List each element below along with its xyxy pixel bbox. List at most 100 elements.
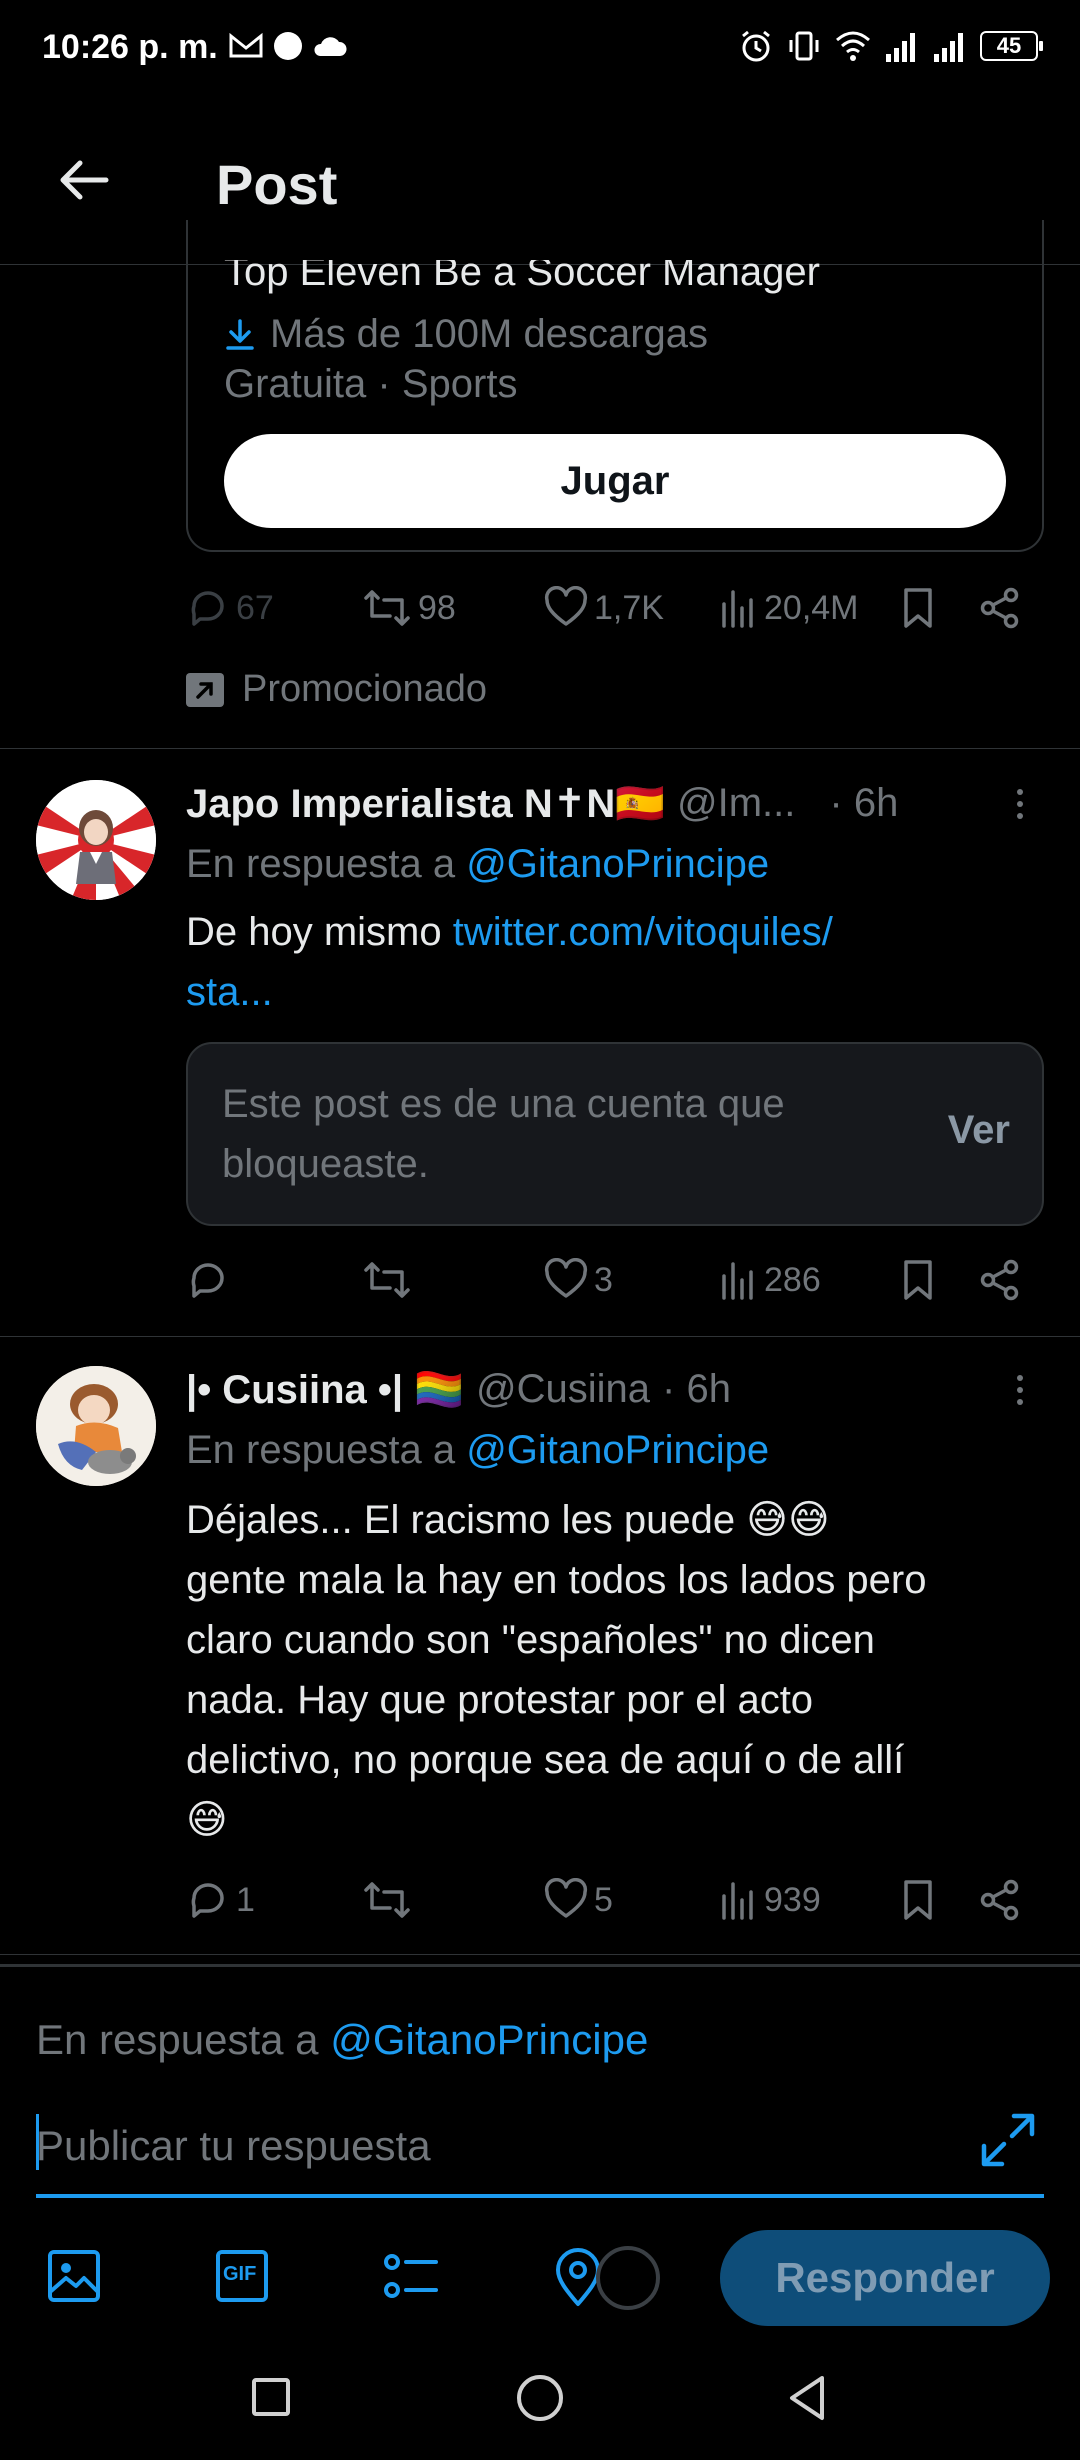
bar-chart-icon [722, 590, 753, 628]
author-name[interactable]: Japo Imperialista N✝N🇪🇸 [186, 780, 665, 827]
reply-input[interactable] [36, 2112, 1044, 2198]
share-button[interactable] [978, 1258, 1022, 1302]
like-action[interactable]: 1,7K [544, 586, 664, 630]
author-name[interactable]: |• Cusiina •| 🏳️‍🌈 [186, 1366, 464, 1413]
bookmark-button[interactable] [898, 1878, 938, 1922]
post-link-continuation[interactable]: sta... [186, 970, 273, 1014]
post-text-line: Déjales... El racismo les puede 😅😅 [186, 1498, 830, 1542]
like-count: 1,7K [594, 588, 664, 627]
promoted-label: Promocionado [186, 668, 487, 711]
text-caret [36, 2114, 39, 2170]
reply-to-prefix: En respuesta a [186, 1428, 467, 1472]
more-options-button[interactable] [1000, 1370, 1040, 1410]
author-handle[interactable]: @Im... [677, 781, 795, 826]
post-text: De hoy mismo twitter.com/vitoquiles/ sta… [186, 902, 1046, 1022]
repost-icon [364, 1882, 410, 1918]
post-text-line: gente mala la hay en todos los lados per… [186, 1558, 927, 1602]
repost-icon [364, 1262, 410, 1298]
back-button[interactable] [54, 150, 114, 210]
repost-action[interactable] [362, 1258, 418, 1302]
post-text-line: delictivo, no porque sea de aquí o de al… [186, 1738, 905, 1782]
blocked-post-notice: Este post es de una cuenta que bloqueast… [186, 1042, 1044, 1226]
post-time: · 6h [662, 1367, 731, 1411]
composer-reply-to: En respuesta a @GitanoPrincipe [36, 2016, 648, 2064]
post-divider [0, 1954, 1080, 1955]
avatar-image [36, 780, 156, 900]
post-text-line: 😅 [186, 1798, 228, 1842]
views-action[interactable]: 286 [718, 1258, 821, 1302]
like-count: 3 [594, 1260, 613, 1299]
post-divider [0, 748, 1080, 749]
download-icon [226, 318, 254, 350]
post-header: |• Cusiina •| 🏳️‍🌈 @Cusiina · 6h [186, 1366, 986, 1413]
comment-icon [191, 1263, 224, 1298]
status-time: 10:26 p. m. [42, 28, 218, 66]
repost-action[interactable] [362, 1878, 418, 1922]
reply-action[interactable]: 1 [186, 1878, 255, 1922]
signal-icon-1 [886, 33, 915, 62]
like-action[interactable]: 3 [544, 1258, 613, 1302]
image-icon [48, 2250, 100, 2302]
ad-meta: Gratuita · Sports [224, 362, 518, 406]
reply-count: 67 [236, 588, 274, 627]
reply-submit-button[interactable]: Responder [720, 2230, 1050, 2326]
add-poll-button[interactable] [378, 2244, 442, 2308]
view-count: 20,4M [764, 588, 859, 627]
view-count: 286 [764, 1260, 821, 1299]
post-text-line: claro cuando son "españoles" no dicen [186, 1618, 875, 1662]
ad-downloads-label: Más de 100M descargas [270, 312, 709, 356]
reply-to-line: En respuesta a @GitanoPrincipe [186, 842, 769, 887]
more-options-button[interactable] [1000, 784, 1040, 824]
expand-composer-button[interactable] [978, 2110, 1038, 2170]
cloud-icon [314, 37, 347, 56]
reply-action[interactable]: 67 [186, 586, 274, 630]
bookmark-button[interactable] [898, 586, 938, 630]
promoted-text: Promocionado [242, 668, 488, 710]
recents-button[interactable] [240, 2368, 300, 2428]
view-blocked-post-button[interactable]: Ver [948, 1108, 1010, 1153]
character-count-ring [596, 2246, 660, 2310]
repost-action[interactable]: 98 [362, 586, 456, 630]
heart-icon [544, 1878, 588, 1918]
avatar[interactable] [36, 1366, 156, 1486]
views-action[interactable]: 20,4M [718, 586, 859, 630]
poll-icon [384, 2254, 438, 2298]
share-icon [980, 587, 1019, 629]
composer-reply-to-handle[interactable]: @GitanoPrincipe [330, 2016, 648, 2063]
reply-to-prefix: En respuesta a [186, 842, 467, 886]
battery-indicator: 45 [980, 31, 1043, 61]
add-image-button[interactable] [42, 2244, 106, 2308]
composer-divider [0, 1964, 1080, 1967]
reply-to-handle-link[interactable]: @GitanoPrincipe [466, 842, 769, 886]
system-back-button[interactable] [778, 2368, 838, 2428]
heart-icon [544, 586, 588, 626]
avatar[interactable] [36, 780, 156, 900]
post-text-prefix: De hoy mismo [186, 910, 453, 954]
post-header: Japo Imperialista N✝N🇪🇸 @Im... · 6h [186, 780, 986, 827]
share-button[interactable] [978, 586, 1022, 630]
reply-to-line: En respuesta a @GitanoPrincipe [186, 1428, 769, 1473]
views-action[interactable]: 939 [718, 1878, 821, 1922]
circle-icon [517, 2375, 563, 2421]
like-count: 5 [594, 1880, 613, 1919]
repost-count: 98 [418, 588, 456, 627]
expand-icon [981, 2113, 1035, 2167]
author-handle[interactable]: @Cusiina [476, 1367, 650, 1412]
home-button[interactable] [510, 2368, 570, 2428]
bookmark-button[interactable] [898, 1258, 938, 1302]
like-action[interactable]: 5 [544, 1878, 613, 1922]
play-button[interactable]: Jugar [224, 434, 1006, 528]
square-icon [252, 2378, 290, 2416]
post-divider [0, 1336, 1080, 1337]
add-gif-button[interactable]: GIF [210, 2244, 274, 2308]
gif-label: GIF [223, 2263, 257, 2285]
vibrate-icon [789, 31, 819, 61]
bar-chart-icon [722, 1882, 753, 1920]
post-link[interactable]: twitter.com/vitoquiles/ [453, 910, 833, 954]
post-text-line: nada. Hay que protestar por el acto [186, 1678, 814, 1722]
view-count: 939 [764, 1880, 821, 1919]
share-button[interactable] [978, 1878, 1022, 1922]
reply-action[interactable] [186, 1258, 236, 1302]
post-text: Déjales... El racismo les puede 😅😅 gente… [186, 1490, 1056, 1850]
reply-to-handle-link[interactable]: @GitanoPrincipe [466, 1428, 769, 1472]
